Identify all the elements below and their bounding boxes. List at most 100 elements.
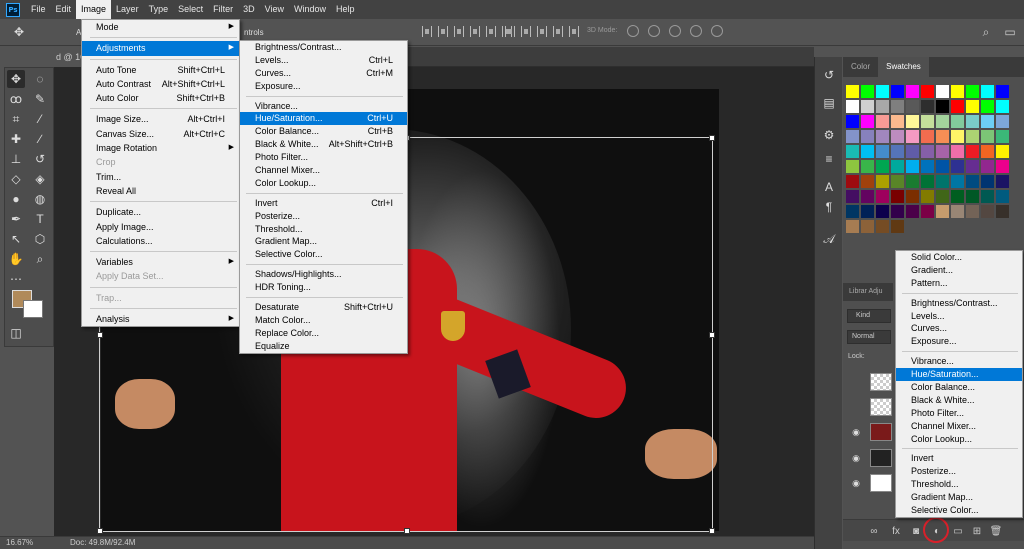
menu-item-color-lookup[interactable]: Color Lookup...: [240, 177, 407, 190]
color-swatch[interactable]: [921, 190, 934, 203]
color-swatch[interactable]: [951, 190, 964, 203]
menu-item-variables[interactable]: Variables ▶: [82, 255, 239, 269]
visibility-eye-icon[interactable]: ◉: [851, 453, 861, 463]
color-swatch[interactable]: [996, 205, 1009, 218]
menu-help[interactable]: Help: [331, 0, 360, 19]
layers-panel-tabs[interactable]: Librar Adju: [843, 283, 893, 301]
color-swatch[interactable]: [966, 85, 979, 98]
menu-view[interactable]: View: [260, 0, 289, 19]
menu-item-selective-color[interactable]: Selective Color...: [240, 248, 407, 261]
color-swatch[interactable]: [981, 130, 994, 143]
color-swatch[interactable]: [891, 145, 904, 158]
color-swatch[interactable]: [906, 115, 919, 128]
paragraph-icon[interactable]: ¶: [821, 199, 837, 215]
show-transform-controls-label[interactable]: ntrols: [244, 28, 264, 37]
color-swatch[interactable]: [861, 100, 874, 113]
color-swatch[interactable]: [846, 205, 859, 218]
color-swatch[interactable]: [891, 175, 904, 188]
color-swatch[interactable]: [936, 145, 949, 158]
lasso-tool-icon[interactable]: ꝏ: [7, 90, 25, 108]
link-layers-icon[interactable]: ∞: [867, 524, 881, 538]
color-swatch[interactable]: [966, 190, 979, 203]
color-swatch[interactable]: [936, 175, 949, 188]
marquee-tool-icon[interactable]: ◌: [31, 70, 49, 88]
color-swatch[interactable]: [996, 160, 1009, 173]
color-swatch[interactable]: [996, 175, 1009, 188]
menu-3d[interactable]: 3D: [238, 0, 260, 19]
color-swatch[interactable]: [891, 205, 904, 218]
color-swatch[interactable]: [951, 115, 964, 128]
menu-item-shadows-highlights[interactable]: Shadows/Highlights...: [240, 268, 407, 281]
color-swatch[interactable]: [921, 160, 934, 173]
color-swatch[interactable]: [966, 130, 979, 143]
color-swatch[interactable]: [906, 175, 919, 188]
layer-filter-kind[interactable]: Kind: [847, 309, 891, 323]
menu-layer[interactable]: Layer: [111, 0, 144, 19]
paint-bucket-icon[interactable]: ◈: [31, 170, 49, 188]
color-swatch[interactable]: [861, 175, 874, 188]
menu-item-channel-mixer[interactable]: Channel Mixer...: [896, 420, 1022, 433]
menu-item-brightness-contrast[interactable]: Brightness/Contrast...: [240, 41, 407, 54]
dodge-tool-icon[interactable]: ◍: [31, 190, 49, 208]
color-swatch[interactable]: [966, 205, 979, 218]
color-swatch[interactable]: [846, 115, 859, 128]
color-swatch[interactable]: [891, 130, 904, 143]
color-swatch[interactable]: [966, 160, 979, 173]
menu-item-exposure[interactable]: Exposure...: [896, 335, 1022, 348]
shape-tool-icon[interactable]: ⬡: [31, 230, 49, 248]
history-brush-icon[interactable]: ↺: [31, 150, 49, 168]
color-swatch[interactable]: [846, 175, 859, 188]
menu-item-photo-filter[interactable]: Photo Filter...: [240, 151, 407, 164]
color-swatch[interactable]: [951, 175, 964, 188]
quick-mask-icon[interactable]: ◫: [7, 324, 25, 342]
menu-item-apply-data-set[interactable]: Apply Data Set...: [82, 269, 239, 283]
search-icon[interactable]: ⌕: [978, 24, 994, 40]
align-buttons[interactable]: [422, 26, 512, 37]
move-tool-icon[interactable]: ✥: [12, 25, 26, 39]
visibility-eye-icon[interactable]: ◉: [851, 427, 861, 437]
blur-tool-icon[interactable]: ●: [7, 190, 25, 208]
color-swatch[interactable]: [876, 100, 889, 113]
adjustments-icon[interactable]: ⚙: [821, 127, 837, 143]
menu-item-threshold[interactable]: Threshold...: [896, 478, 1022, 491]
menu-item-curves[interactable]: Curves... Ctrl+M: [240, 67, 407, 80]
color-swatch[interactable]: [996, 145, 1009, 158]
type-tool-icon[interactable]: T: [31, 210, 49, 228]
color-swatch[interactable]: [921, 130, 934, 143]
menu-item-color-balance[interactable]: Color Balance...: [896, 381, 1022, 394]
menu-item-trim[interactable]: Trim...: [82, 170, 239, 184]
transform-handle[interactable]: [97, 332, 103, 338]
pen-tool-icon[interactable]: ✒: [7, 210, 25, 228]
color-swatch[interactable]: [981, 85, 994, 98]
transform-handle[interactable]: [709, 135, 715, 141]
menu-item-mode[interactable]: Mode ▶: [82, 20, 239, 34]
menu-select[interactable]: Select: [173, 0, 208, 19]
layer-thumbnail[interactable]: [870, 449, 892, 467]
menu-item-threshold[interactable]: Threshold...: [240, 223, 407, 236]
hand-tool-icon[interactable]: ✋: [7, 250, 25, 268]
clone-stamp-icon[interactable]: ⊥: [7, 150, 25, 168]
menu-item-color-lookup[interactable]: Color Lookup...: [896, 433, 1022, 446]
color-swatch[interactable]: [906, 85, 919, 98]
menu-item-solid-color[interactable]: Solid Color...: [896, 251, 1022, 264]
color-swatch[interactable]: [921, 85, 934, 98]
menu-item-posterize[interactable]: Posterize...: [896, 465, 1022, 478]
menu-item-match-color[interactable]: Match Color...: [240, 314, 407, 327]
color-swatch[interactable]: [861, 145, 874, 158]
menu-item-exposure[interactable]: Exposure...: [240, 80, 407, 93]
color-swatch[interactable]: [951, 130, 964, 143]
character-icon[interactable]: A: [821, 179, 837, 195]
menu-item-equalize[interactable]: Equalize: [240, 340, 407, 353]
menu-item-levels[interactable]: Levels...: [896, 310, 1022, 323]
color-swatch[interactable]: [861, 160, 874, 173]
transform-handle[interactable]: [404, 528, 410, 534]
color-swatch[interactable]: [906, 160, 919, 173]
color-swatch[interactable]: [921, 205, 934, 218]
healing-brush-icon[interactable]: ✚: [7, 130, 25, 148]
color-swatch[interactable]: [891, 220, 904, 233]
color-swatch[interactable]: [876, 205, 889, 218]
menu-item-image-rotation[interactable]: Image Rotation ▶: [82, 141, 239, 155]
color-swatch[interactable]: [981, 145, 994, 158]
menu-item-gradient-map[interactable]: Gradient Map...: [896, 491, 1022, 504]
color-swatch[interactable]: [891, 100, 904, 113]
